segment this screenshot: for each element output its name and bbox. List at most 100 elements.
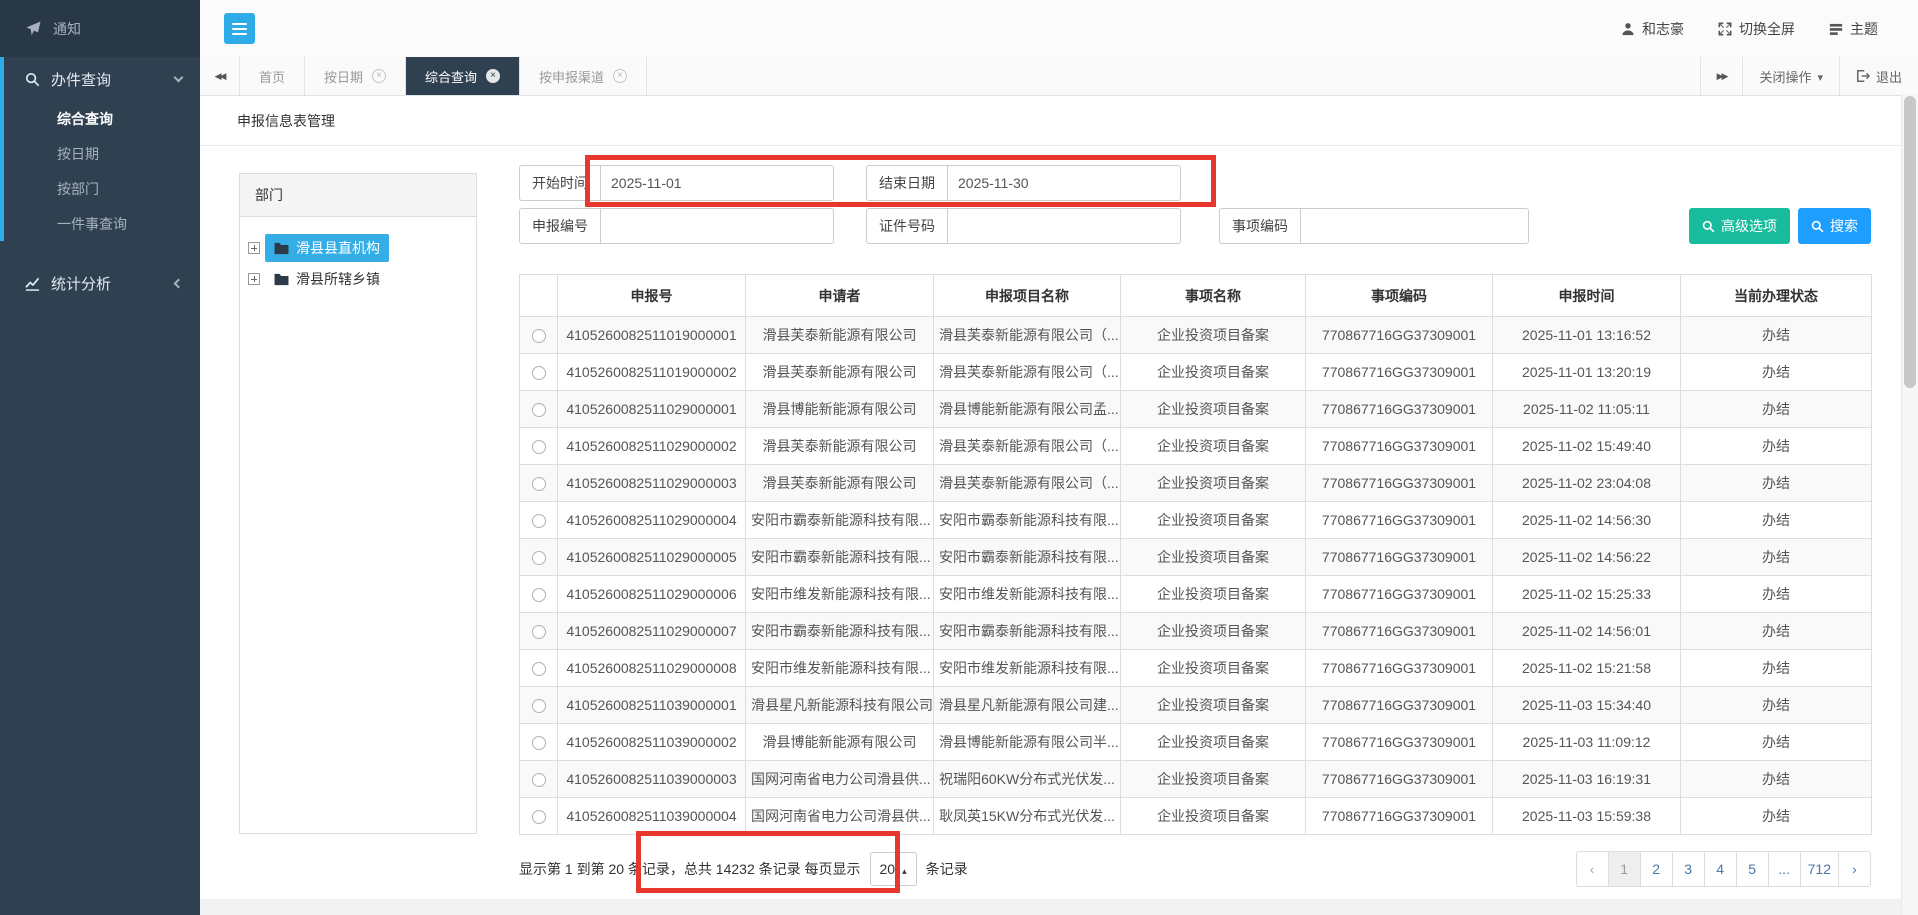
row-radio-button[interactable] (532, 625, 546, 639)
row-radio-button[interactable] (532, 551, 546, 565)
tab[interactable]: 综合查询 (406, 57, 520, 95)
tree-node[interactable]: 滑县所辖乡镇 (248, 265, 468, 293)
table-row[interactable]: 4105260082511029000008 安阳市维发新能源科技有限... 安… (520, 650, 1872, 687)
row-radio-button[interactable] (532, 366, 546, 380)
tabs-scroll-left-button[interactable] (200, 57, 240, 95)
tab[interactable]: 首页 (240, 57, 305, 95)
pagination-item[interactable]: ‹ (1576, 851, 1609, 887)
scrollbar-thumb[interactable] (1904, 96, 1916, 388)
sidebar-toggle-button[interactable] (224, 13, 255, 44)
sidebar-submenu-item[interactable]: 一件事查询 (4, 206, 200, 241)
end-date-input[interactable] (947, 165, 1181, 201)
row-radio-button[interactable] (532, 699, 546, 713)
row-radio-button[interactable] (532, 588, 546, 602)
sidebar-submenu-item[interactable]: 按日期 (4, 136, 200, 171)
row-radio-button[interactable] (532, 773, 546, 787)
theme-menu[interactable]: 主题 (1829, 19, 1878, 39)
fullscreen-toggle[interactable]: 切换全屏 (1718, 19, 1795, 39)
pagination-item[interactable]: 2 (1640, 851, 1673, 887)
tab-label: 按申报渠道 (539, 67, 604, 86)
cert-no-input[interactable] (947, 208, 1181, 244)
tab-close-icon[interactable] (486, 69, 500, 83)
sidebar-item-case-query[interactable]: 办件查询 (4, 57, 200, 101)
cell-declare-no: 4105260082511029000001 (558, 391, 746, 428)
tree-node[interactable]: 滑县县直机构 (248, 234, 468, 262)
table-row[interactable]: 4105260082511029000003 滑县芙泰新能源有限公司 滑县芙泰新… (520, 465, 1872, 502)
table-row[interactable]: 4105260082511029000004 安阳市霸泰新能源科技有限... 安… (520, 502, 1872, 539)
advanced-options-button[interactable]: 高级选项 (1689, 208, 1790, 244)
row-radio-button[interactable] (532, 810, 546, 824)
cell-select (520, 761, 558, 798)
table-row[interactable]: 4105260082511029000001 滑县博能新能源有限公司 滑县博能新… (520, 391, 1872, 428)
vertical-scrollbar[interactable] (1901, 94, 1918, 915)
row-radio-button[interactable] (532, 662, 546, 676)
table-body: 4105260082511019000001 滑县芙泰新能源有限公司 滑县芙泰新… (520, 317, 1872, 835)
close-operations-label: 关闭操作 (1759, 67, 1811, 86)
pagination-item[interactable]: 4 (1704, 851, 1737, 887)
row-radio-button[interactable] (532, 477, 546, 491)
table-row[interactable]: 4105260082511039000001 滑县星凡新能源科技有限公司 滑县星… (520, 687, 1872, 724)
cell-item-code: 770867716GG37309001 (1306, 650, 1493, 687)
user-menu[interactable]: 和志豪 (1621, 19, 1684, 39)
cell-project-name: 安阳市霸泰新能源科技有限... (934, 539, 1121, 576)
row-radio-button[interactable] (532, 736, 546, 750)
declare-no-input[interactable] (600, 208, 834, 244)
column-header: 事项编码 (1306, 275, 1493, 317)
chart-icon (25, 276, 40, 291)
sidebar-submenu-item[interactable]: 按部门 (4, 171, 200, 206)
tab-close-icon[interactable] (372, 69, 386, 83)
cell-item-name: 企业投资项目备案 (1121, 613, 1306, 650)
cell-item-name: 企业投资项目备案 (1121, 761, 1306, 798)
table-row[interactable]: 4105260082511039000002 滑县博能新能源有限公司 滑县博能新… (520, 724, 1872, 761)
cell-declare-time: 2025-11-02 14:56:22 (1493, 539, 1681, 576)
cell-status: 办结 (1681, 613, 1872, 650)
expand-plus-icon[interactable] (248, 242, 260, 254)
cell-status: 办结 (1681, 539, 1872, 576)
user-name: 和志豪 (1642, 19, 1684, 39)
row-radio-button[interactable] (532, 514, 546, 528)
table-row[interactable]: 4105260082511039000004 国网河南省电力公司滑县供... 耿… (520, 798, 1872, 835)
tabs-scroll-right-button[interactable] (1700, 57, 1743, 95)
sidebar-submenu-label: 一件事查询 (57, 214, 127, 234)
records-table: 申报号申请者申报项目名称事项名称事项编码申报时间当前办理状态 410526008… (519, 274, 1872, 835)
search-icon (1702, 220, 1715, 233)
table-row[interactable]: 4105260082511029000006 安阳市维发新能源科技有限... 安… (520, 576, 1872, 613)
table-row[interactable]: 4105260082511019000001 滑县芙泰新能源有限公司 滑县芙泰新… (520, 317, 1872, 354)
pagination-item[interactable]: ... (1768, 851, 1801, 887)
cell-status: 办结 (1681, 724, 1872, 761)
pagination-item[interactable]: 3 (1672, 851, 1705, 887)
expand-plus-icon[interactable] (248, 273, 260, 285)
cell-item-name: 企业投资项目备案 (1121, 391, 1306, 428)
logout-button[interactable]: 退出 (1839, 57, 1918, 95)
cell-select (520, 502, 558, 539)
cell-applicant: 安阳市霸泰新能源科技有限... (746, 539, 934, 576)
close-operations-dropdown[interactable]: 关闭操作 (1742, 57, 1839, 95)
cell-item-code: 770867716GG37309001 (1306, 317, 1493, 354)
pagination-item[interactable]: › (1838, 851, 1871, 887)
pagination-item[interactable]: 712 (1800, 851, 1839, 887)
cell-declare-no: 4105260082511029000007 (558, 613, 746, 650)
sidebar-item-notice[interactable]: 通知 (0, 0, 200, 57)
start-time-input[interactable] (600, 165, 834, 201)
row-radio-button[interactable] (532, 329, 546, 343)
tab[interactable]: 按申报渠道 (520, 57, 647, 95)
cell-item-code: 770867716GG37309001 (1306, 391, 1493, 428)
row-radio-button[interactable] (532, 440, 546, 454)
table-row[interactable]: 4105260082511029000002 滑县芙泰新能源有限公司 滑县芙泰新… (520, 428, 1872, 465)
tab[interactable]: 按日期 (305, 57, 406, 95)
table-row[interactable]: 4105260082511019000002 滑县芙泰新能源有限公司 滑县芙泰新… (520, 354, 1872, 391)
row-radio-button[interactable] (532, 403, 546, 417)
item-code-input[interactable] (1300, 208, 1529, 244)
tab-close-icon[interactable] (613, 69, 627, 83)
pagination-item[interactable]: 1 (1608, 851, 1641, 887)
search-button[interactable]: 搜索 (1798, 208, 1871, 244)
page-size-dropdown[interactable]: 20 (870, 852, 917, 886)
sidebar-submenu-item[interactable]: 综合查询 (4, 101, 200, 136)
pagination-item[interactable]: 5 (1736, 851, 1769, 887)
table-row[interactable]: 4105260082511039000003 国网河南省电力公司滑县供... 祝… (520, 761, 1872, 798)
table-row[interactable]: 4105260082511029000005 安阳市霸泰新能源科技有限... 安… (520, 539, 1872, 576)
sidebar-item-statistics[interactable]: 统计分析 (0, 261, 200, 305)
sidebar-submenu: 综合查询 按日期 按部门 一件事查询 (4, 101, 200, 241)
column-header: 申请者 (746, 275, 934, 317)
table-row[interactable]: 4105260082511029000007 安阳市霸泰新能源科技有限... 安… (520, 613, 1872, 650)
